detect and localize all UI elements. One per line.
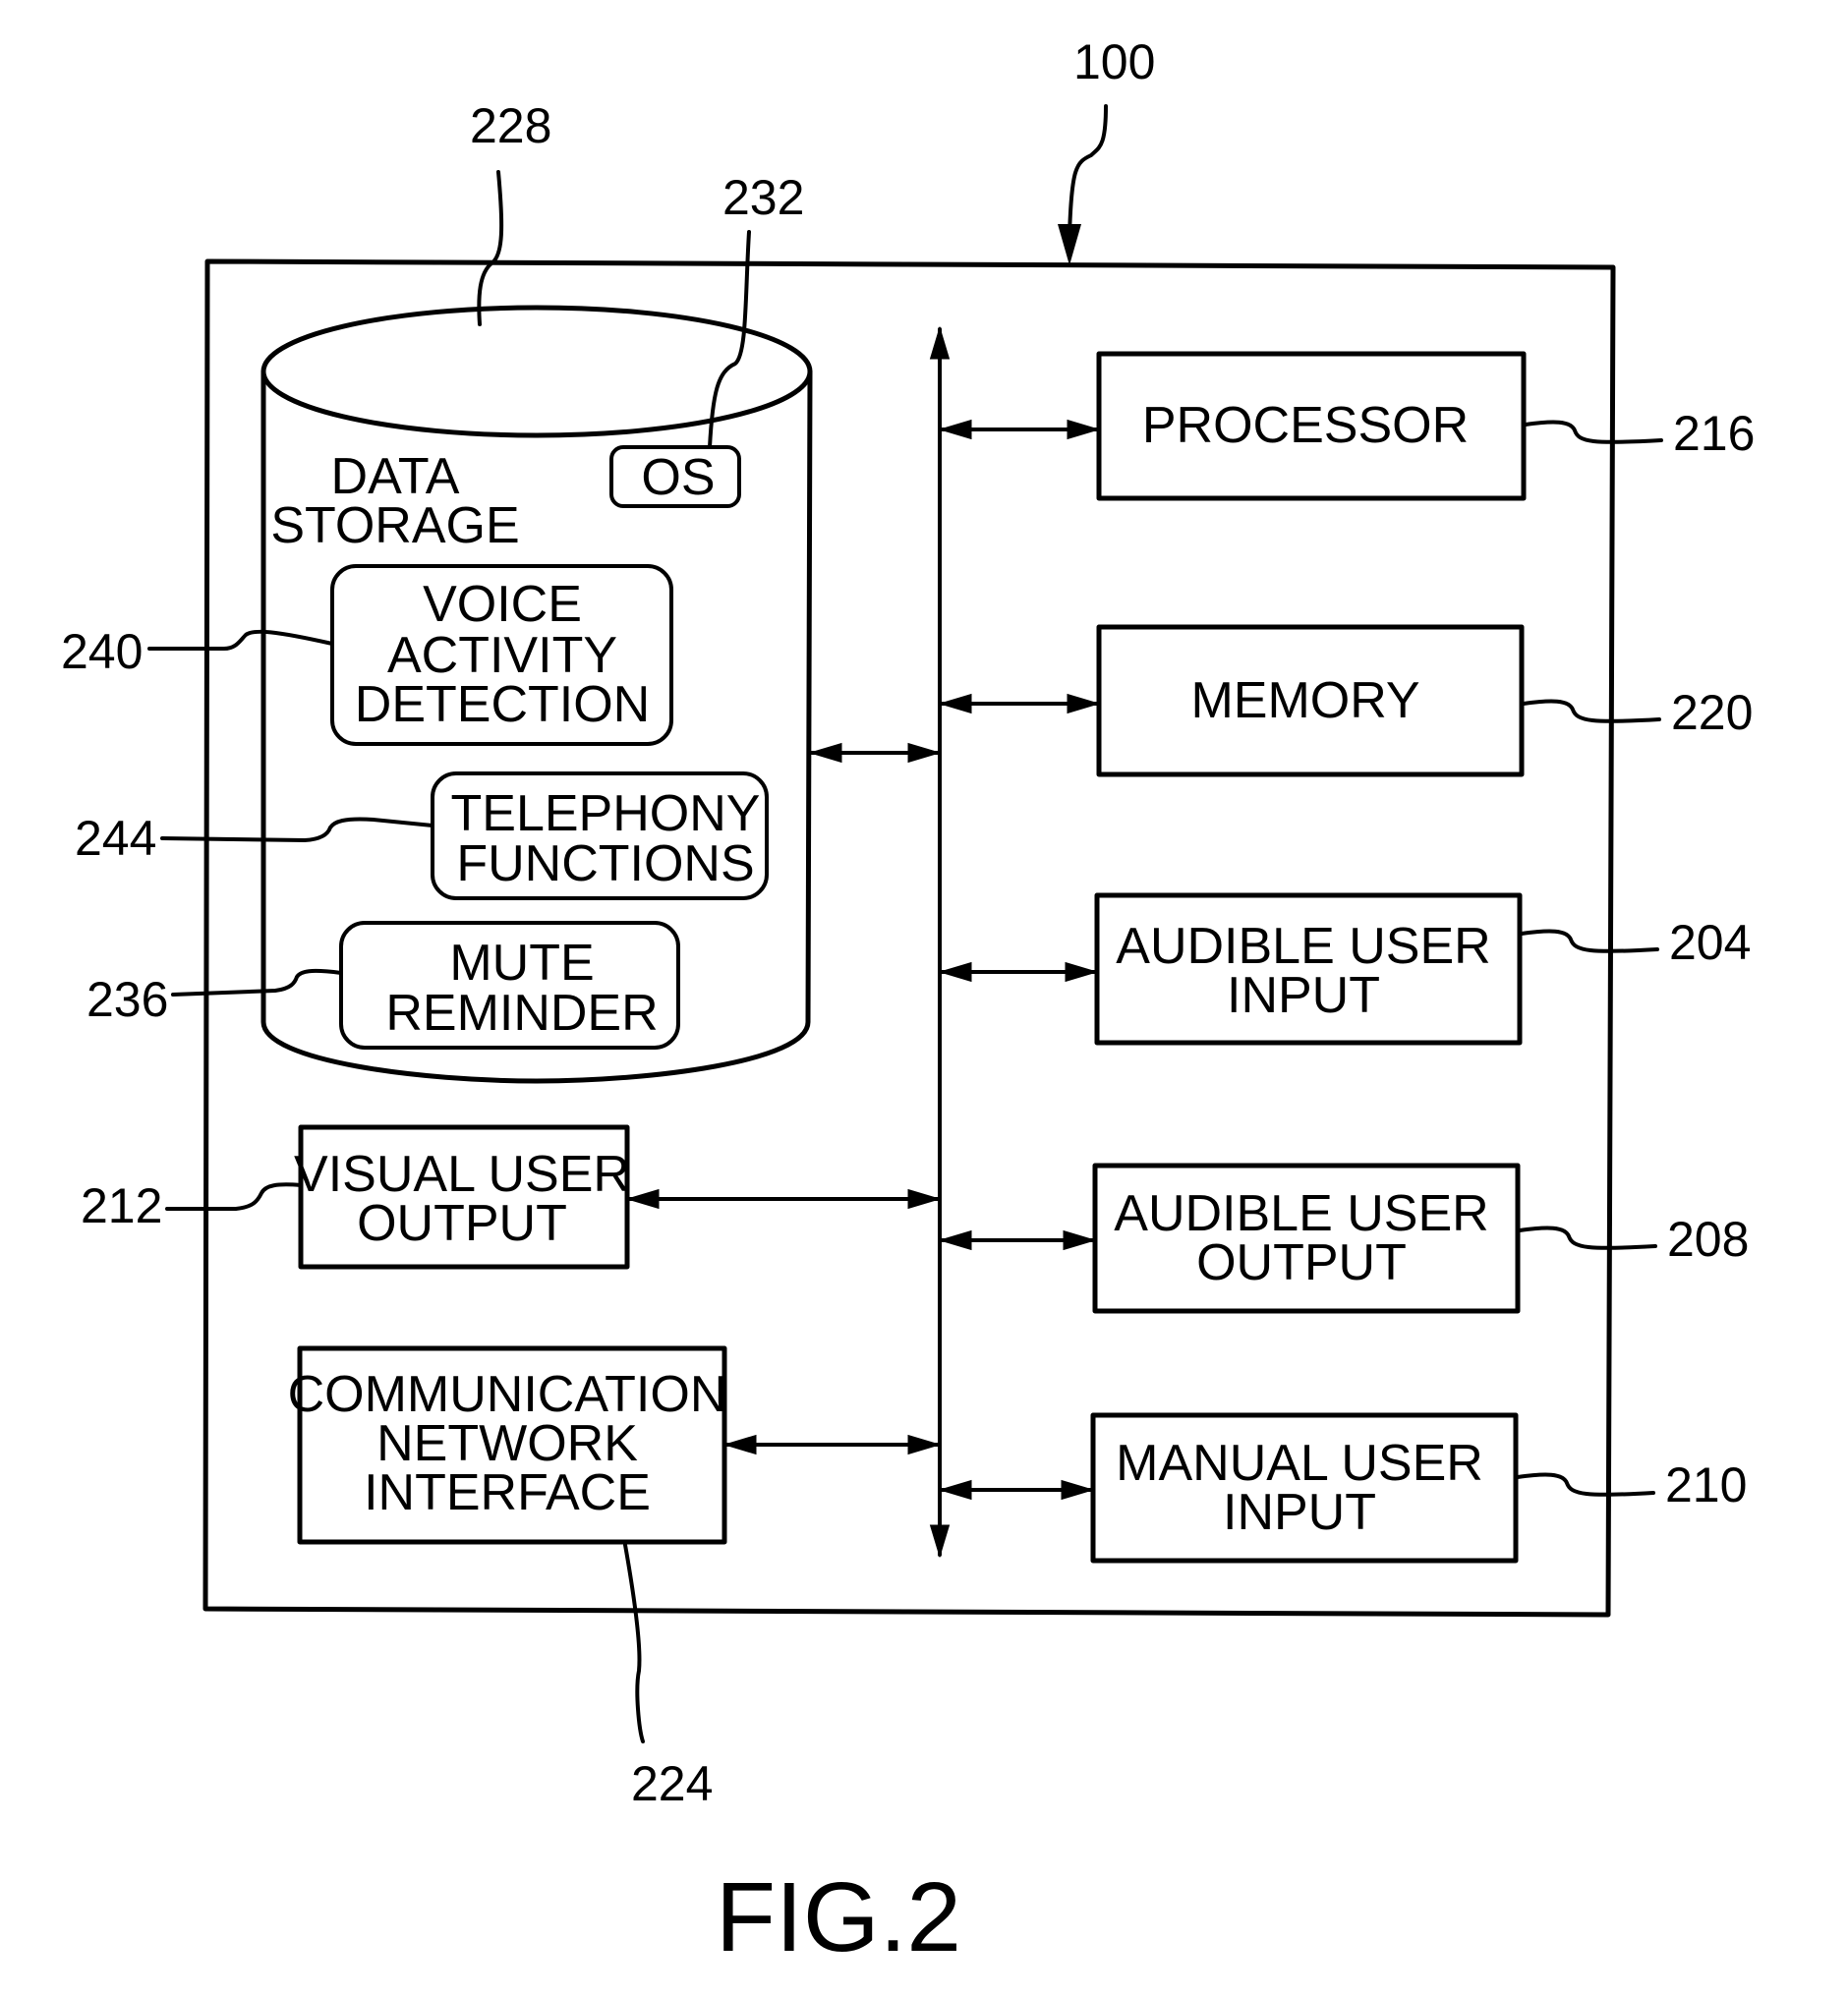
processor-block: PROCESSOR 216 <box>938 351 1755 501</box>
manual-user-input-ref-label: 210 <box>1665 1457 1747 1512</box>
manual-user-input-leader-line <box>1516 1472 1655 1497</box>
visual-user-output-block: VISUAL USER OUTPUT 212 <box>81 1124 942 1270</box>
memory-label: MEMORY <box>1190 672 1419 729</box>
mute-reminder-label-line2: REMINDER <box>385 985 658 1042</box>
processor-label: PROCESSOR <box>1142 397 1469 454</box>
memory-ref-label: 220 <box>1671 685 1753 740</box>
visual-user-output-ref-label: 212 <box>81 1178 162 1233</box>
audible-user-input-block: AUDIBLE USER INPUT 204 <box>938 892 1751 1046</box>
data-storage-ref-label: 228 <box>470 98 551 153</box>
audible-user-output-ref-label: 208 <box>1667 1212 1749 1267</box>
data-storage-leader-line <box>477 170 504 326</box>
os-label: OS <box>641 449 715 506</box>
vad-leader-line <box>147 629 334 651</box>
processor-leader-line <box>1524 420 1663 444</box>
block-diagram: 100 228 DATA STORAGE OS 232 VOICE ACTIVI… <box>61 34 1755 1972</box>
audible-user-input-ref-label: 204 <box>1669 915 1751 970</box>
communication-network-interface-ref-label: 224 <box>631 1756 713 1811</box>
vad-label-line3: DETECTION <box>355 676 650 733</box>
memory-block: MEMORY 220 <box>938 624 1753 777</box>
mute-reminder-leader-line <box>171 968 343 997</box>
communication-network-interface-label-line3: INTERFACE <box>364 1464 651 1521</box>
telephony-ref-label: 244 <box>75 811 156 866</box>
audible-user-output-label-line2: OUTPUT <box>1196 1234 1407 1291</box>
audible-user-input-label-line2: INPUT <box>1227 967 1380 1024</box>
telephony-label-line1: TELEPHONY <box>451 785 761 842</box>
os-ref-label: 232 <box>722 170 804 225</box>
visual-user-output-label-line2: OUTPUT <box>357 1195 567 1252</box>
manual-user-input-label-line2: INPUT <box>1223 1484 1376 1541</box>
mute-reminder-ref-label: 236 <box>87 972 168 1027</box>
device-leader-line <box>1068 104 1108 238</box>
manual-user-input-block: MANUAL USER INPUT 210 <box>938 1412 1747 1564</box>
vad-ref-label: 240 <box>61 624 143 679</box>
figure-caption: FIG.2 <box>716 1862 961 1972</box>
device-ref-label: 100 <box>1073 34 1155 89</box>
device-arrowhead-icon <box>1058 224 1081 265</box>
vad-label-line1: VOICE <box>423 576 582 633</box>
mute-reminder-label-line1: MUTE <box>449 935 594 992</box>
audible-user-output-leader-line <box>1518 1226 1657 1250</box>
audible-user-output-block: AUDIBLE USER OUTPUT 208 <box>938 1163 1749 1314</box>
telephony-label-line2: FUNCTIONS <box>456 835 754 892</box>
memory-leader-line <box>1522 699 1661 723</box>
telephony-leader-line <box>160 817 434 842</box>
data-storage-label-line2: STORAGE <box>270 497 519 554</box>
audible-user-input-leader-line <box>1520 929 1659 953</box>
communication-network-interface-block: COMMUNICATION NETWORK INTERFACE 224 <box>288 1345 942 1811</box>
communication-network-interface-leader-line <box>623 1543 645 1743</box>
visual-user-output-leader-line <box>165 1182 303 1211</box>
processor-ref-label: 216 <box>1673 406 1755 461</box>
